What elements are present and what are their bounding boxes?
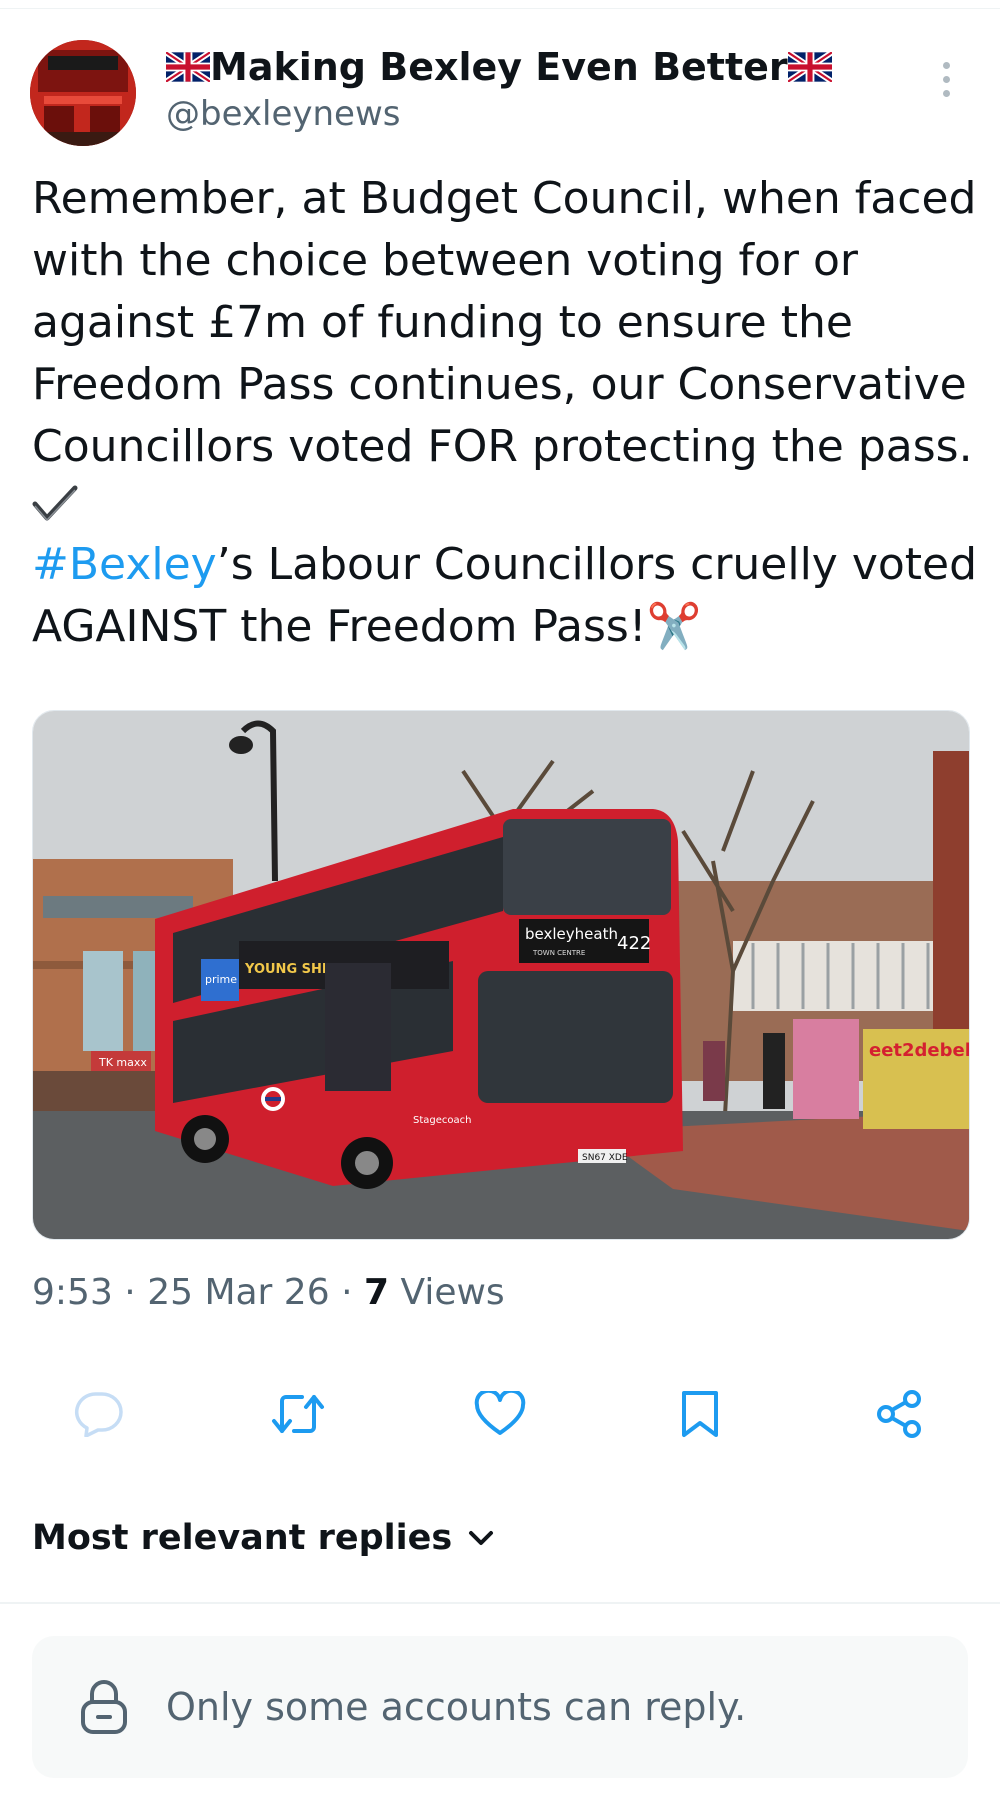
avatar[interactable] — [30, 40, 136, 146]
display-name[interactable]: Making Bexley Even Better — [210, 44, 788, 90]
user-handle[interactable]: @bexleynews — [166, 92, 832, 136]
billboard-text: eet2debell — [869, 1040, 969, 1061]
union-jack-flag-icon — [787, 52, 832, 82]
tweet-meta: 9:53 · 25 Mar 26 · 7 Views — [32, 1272, 505, 1313]
retweet-icon — [272, 1395, 324, 1433]
shop-sign: TK maxx — [98, 1056, 147, 1069]
tweet-date[interactable]: 25 Mar 26 — [147, 1272, 329, 1313]
checkmark-icon — [32, 485, 78, 522]
like-button[interactable] — [472, 1386, 528, 1442]
bus-photo: TK maxx eet2debell bexleyheath TOWN CENT… — [33, 711, 969, 1239]
tweet-header: Making Bexley Even Better @bexleynews — [166, 44, 832, 136]
destination-text: bexleyheath — [525, 925, 618, 943]
tweet-text: Remember, at Budget Council, when faced … — [32, 168, 982, 658]
reply-restriction-notice: Only some accounts can reply. — [32, 1636, 968, 1778]
ad-brand-text: prime — [205, 973, 237, 986]
share-icon — [877, 1390, 921, 1438]
more-vertical-icon[interactable] — [936, 62, 956, 102]
divider — [0, 1602, 1000, 1604]
replies-sort-dropdown[interactable]: Most relevant replies — [32, 1518, 494, 1558]
action-bar — [0, 1386, 1000, 1442]
reply-icon — [74, 1392, 123, 1437]
display-name-row[interactable]: Making Bexley Even Better — [166, 44, 832, 90]
replies-sort-label: Most relevant replies — [32, 1518, 453, 1558]
avatar-image — [30, 40, 136, 146]
share-button[interactable] — [872, 1386, 928, 1442]
plate-text: SN67 XDE — [582, 1153, 628, 1163]
views-count: 7 — [363, 1272, 390, 1313]
route-number: 422 — [617, 933, 651, 954]
chevron-down-icon — [469, 1531, 494, 1545]
bookmark-icon — [682, 1391, 718, 1437]
scissors-emoji: ✂️ — [646, 601, 702, 652]
tweet-image[interactable]: TK maxx eet2debell bexleyheath TOWN CENT… — [32, 710, 970, 1240]
tweet-paragraph-1: Remember, at Budget Council, when faced … — [32, 173, 977, 472]
bookmark-button[interactable] — [672, 1386, 728, 1442]
tweet-time[interactable]: 9:53 — [32, 1272, 113, 1313]
lock-icon — [81, 1680, 127, 1734]
top-divider — [0, 0, 1000, 9]
retweet-button[interactable] — [270, 1386, 326, 1442]
union-jack-flag-icon — [166, 52, 210, 82]
reply-restriction-text: Only some accounts can reply. — [166, 1685, 747, 1729]
views-label: Views — [400, 1272, 505, 1313]
reply-button[interactable] — [71, 1386, 127, 1442]
destination-sub-text: TOWN CENTRE — [532, 949, 585, 957]
like-icon — [474, 1391, 526, 1435]
hashtag-link[interactable]: #Bexley — [32, 539, 217, 590]
operator-text: Stagecoach — [413, 1115, 471, 1126]
tweet-paragraph-2: #Bexley’s Labour Councillors cruelly vot… — [32, 534, 982, 658]
